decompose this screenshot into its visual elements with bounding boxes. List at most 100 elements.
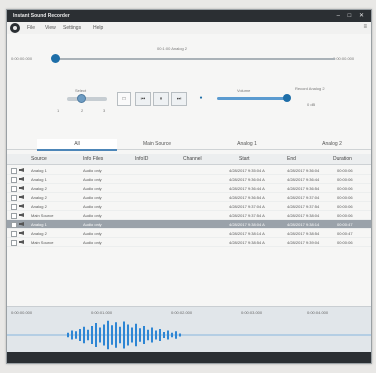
speaker-icon <box>19 213 24 217</box>
cell-info: Audio only <box>83 204 102 209</box>
cell-end: 4/28/2017 9:39:04 <box>287 240 320 245</box>
cell-source: Analog 2 <box>31 204 47 209</box>
col-source[interactable]: Source <box>31 156 47 162</box>
menu-icon[interactable]: ≡ <box>363 24 367 30</box>
cell-info: Audio only <box>83 231 102 236</box>
select-slider[interactable] <box>67 94 107 103</box>
table-row[interactable]: Analog 2 Audio only 4/28/2017 9:37:04 A 4/2… <box>7 202 371 211</box>
row-checkbox[interactable] <box>11 177 17 183</box>
stop-button[interactable]: □ <box>117 92 131 106</box>
cell-source: Analog 1 <box>31 222 47 227</box>
cell-duration: 00:00:47 <box>337 231 353 236</box>
select-value-2: 2 <box>81 108 84 113</box>
volume-knob[interactable] <box>283 94 291 102</box>
total-time: 0:00:00.000 <box>333 56 355 61</box>
seek-slider[interactable] <box>51 54 335 63</box>
col-start[interactable]: Start <box>239 156 250 162</box>
row-checkbox[interactable] <box>11 222 17 228</box>
cell-start: 4/28/2017 9:36:44 A <box>229 186 265 191</box>
col-duration[interactable]: Duration <box>333 156 352 162</box>
elapsed-time: 0:00:00.000 <box>11 56 33 61</box>
cell-info: Audio only <box>83 222 102 227</box>
menu-help[interactable]: Help <box>93 25 103 31</box>
window-title: Instant Sound Recorder <box>13 13 70 19</box>
seek-knob[interactable] <box>51 54 60 63</box>
col-infoid[interactable]: InfoID <box>135 156 148 162</box>
cell-start: 4/28/2017 9:38:54 A <box>229 240 265 245</box>
table-row[interactable]: Analog 2 Audio only 4/28/2017 9:38:14 A 4/2… <box>7 229 371 238</box>
row-checkbox[interactable] <box>11 240 17 246</box>
cell-source: Analog 2 <box>31 231 47 236</box>
menu-file[interactable]: File <box>27 25 35 31</box>
cell-start: 4/28/2017 9:38:04 A <box>229 222 265 227</box>
menu-view[interactable]: View <box>45 25 56 31</box>
cell-source: Main Source <box>31 213 54 218</box>
timeline-tick: 0:00:04.000 <box>307 310 329 315</box>
timeline-tick: 0:00:00.000 <box>11 310 33 315</box>
waveform <box>7 320 371 350</box>
row-checkbox[interactable] <box>11 213 17 219</box>
table-row[interactable]: Analog 1 Audio only 4/28/2017 9:36:04 A 4/2… <box>7 175 371 184</box>
cell-start: 4/28/2017 9:38:14 A <box>229 231 265 236</box>
record-button[interactable]: ● <box>195 92 207 104</box>
table-row[interactable]: Analog 2 Audio only 4/28/2017 9:36:54 A 4/2… <box>7 193 371 202</box>
cell-start: 4/28/2017 9:37:54 A <box>229 213 265 218</box>
table-row[interactable]: Analog 1 Audio only 4/28/2017 9:35:04 A 4/2… <box>7 166 371 175</box>
tab-main-source[interactable]: Main Source <box>117 139 197 149</box>
row-checkbox[interactable] <box>11 168 17 174</box>
tab-analog-1[interactable]: Analog 1 <box>207 139 287 149</box>
select-label: Select <box>75 88 87 93</box>
cell-source: Analog 1 <box>31 168 47 173</box>
speaker-icon <box>19 177 24 181</box>
speaker-icon <box>19 231 24 235</box>
col-info-files[interactable]: Info Files <box>83 156 103 162</box>
table-row[interactable]: Main Source Audio only 4/28/2017 9:37:54 A… <box>7 211 371 220</box>
cell-duration: 00:00:47 <box>337 222 353 227</box>
level-readout: 0 dB <box>307 102 316 107</box>
table-row[interactable]: Analog 1 Audio only 4/28/2017 9:38:04 A 4/2… <box>7 220 371 229</box>
select-value-1: 1 <box>57 108 60 113</box>
cell-end: 4/28/2017 9:37:04 <box>287 195 320 200</box>
cell-end: 4/28/2017 9:38:54 <box>287 231 320 236</box>
row-checkbox[interactable] <box>11 231 17 237</box>
col-channel[interactable]: Channel <box>183 156 202 162</box>
cell-start: 4/28/2017 9:35:04 A <box>229 168 265 173</box>
cell-end: 4/28/2017 9:36:44 <box>287 177 320 182</box>
cell-end: 4/28/2017 9:38:04 <box>287 213 320 218</box>
cell-source: Main Source <box>31 240 54 245</box>
cell-info: Audio only <box>83 186 102 191</box>
cell-info: Audio only <box>83 168 102 173</box>
cell-info: Audio only <box>83 195 102 200</box>
tab-analog-2[interactable]: Analog 2 <box>297 139 367 149</box>
speaker-icon <box>19 240 24 244</box>
app-window: Instant Sound Recorder – □ ✕ File View S… <box>6 9 372 364</box>
cell-info: Audio only <box>83 213 102 218</box>
col-end[interactable]: End <box>287 156 296 162</box>
select-value-3: 3 <box>103 108 106 113</box>
speaker-icon <box>19 186 24 190</box>
menu-settings[interactable]: Settings <box>63 25 81 31</box>
cell-source: Analog 2 <box>31 186 47 191</box>
menu-bar: File View Settings Help ≡ <box>7 22 371 34</box>
window-controls[interactable]: – □ ✕ <box>337 12 367 19</box>
tab-all[interactable]: All <box>37 139 117 151</box>
row-checkbox[interactable] <box>11 195 17 201</box>
status-bar <box>7 352 371 363</box>
select-knob[interactable] <box>77 94 86 103</box>
row-checkbox[interactable] <box>11 204 17 210</box>
timeline-tick: 0:00:03.000 <box>241 310 263 315</box>
timeline-tick: 0:00:02.000 <box>171 310 193 315</box>
next-button[interactable]: ⏭ <box>171 92 187 106</box>
cell-duration: 00:00:06 <box>337 213 353 218</box>
pause-button[interactable]: ⏸ <box>153 92 169 106</box>
volume-slider[interactable] <box>217 94 291 102</box>
cell-duration: 00:00:06 <box>337 168 353 173</box>
table-row[interactable]: Analog 2 Audio only 4/28/2017 9:36:44 A 4/2… <box>7 184 371 193</box>
cell-duration: 00:00:06 <box>337 240 353 245</box>
waveform-panel[interactable]: 0:00:00.000 0:00:01.000 0:00:02.000 0:00… <box>7 306 371 353</box>
cell-info: Audio only <box>83 240 102 245</box>
row-checkbox[interactable] <box>11 186 17 192</box>
table-row[interactable]: Main Source Audio only 4/28/2017 9:38:54 A… <box>7 238 371 247</box>
previous-button[interactable]: ⏮ <box>135 92 151 106</box>
cell-info: Audio only <box>83 177 102 182</box>
